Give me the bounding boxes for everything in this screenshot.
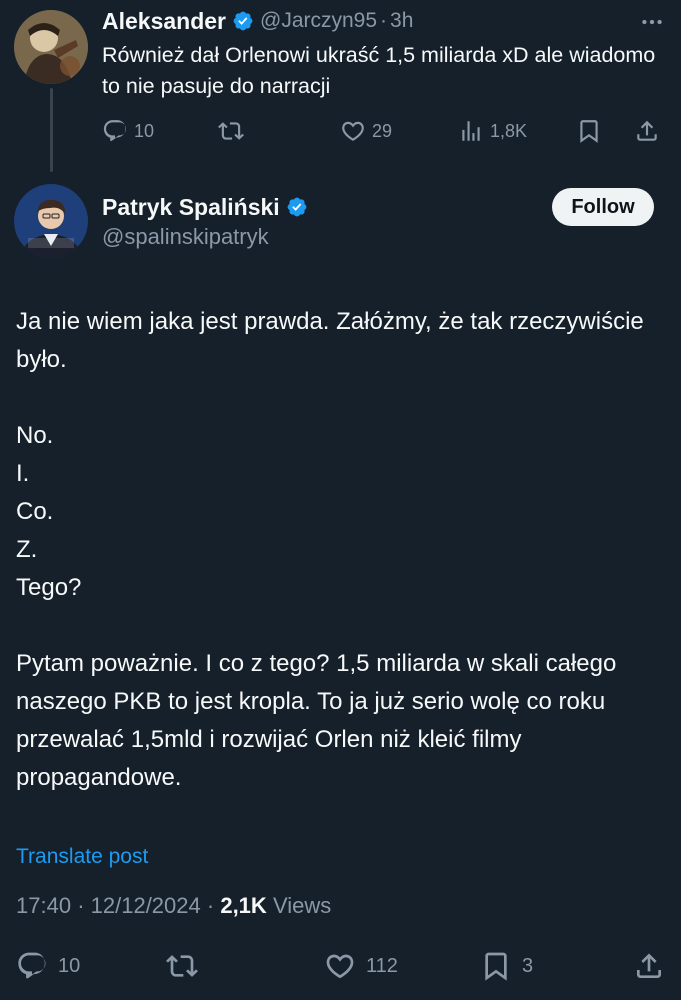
author-handle[interactable]: @spalinskipatryk	[102, 224, 269, 250]
thread-connector-line	[50, 88, 53, 172]
views-count: 1,8K	[490, 120, 528, 141]
retweet-button[interactable]	[166, 946, 208, 986]
translate-post-link[interactable]: Translate post	[16, 845, 148, 869]
views-count: 2,1K	[220, 893, 267, 918]
bookmark-icon	[480, 950, 512, 982]
like-count: 29	[372, 120, 393, 141]
tweet-line: Co.	[16, 498, 54, 525]
more-icon[interactable]	[636, 10, 668, 34]
bookmark-button[interactable]	[576, 114, 602, 148]
tweet-line: No.	[16, 422, 54, 449]
separator-dot: ·	[206, 893, 215, 918]
tweet-line: Z.	[16, 536, 38, 563]
post-time[interactable]: 3h	[390, 9, 413, 33]
reply-button[interactable]: 10	[102, 114, 154, 148]
parent-tweet-text: Również dał Orlenowi ukraść 1,5 miliarda…	[102, 43, 656, 98]
like-icon	[324, 950, 356, 982]
retweet-icon	[166, 950, 198, 982]
like-button[interactable]: 112	[324, 946, 398, 986]
reply-count: 10	[58, 954, 81, 977]
verified-badge-icon	[232, 10, 254, 32]
reply-count: 10	[134, 120, 155, 141]
separator-dot: ·	[77, 893, 85, 918]
main-action-bar: 10 112 3	[0, 946, 681, 986]
tweet-line: Tego?	[16, 574, 82, 601]
retweet-button[interactable]	[218, 114, 250, 148]
share-button[interactable]	[633, 946, 665, 986]
main-tweet-text: Ja nie wiem jaka jest prawda. Załóżmy, ż…	[16, 303, 671, 797]
avatar[interactable]	[14, 184, 88, 258]
post-time[interactable]: 17:40	[16, 893, 71, 918]
reply-icon	[16, 950, 48, 982]
post-date[interactable]: 12/12/2024	[91, 893, 201, 918]
share-icon	[634, 118, 660, 144]
tweet-line: I.	[16, 460, 30, 487]
like-icon	[340, 118, 366, 144]
views-icon	[458, 118, 484, 144]
like-button[interactable]: 29	[340, 114, 392, 148]
tweet-meta: 17:40 · 12/12/2024 · 2,1K Views	[16, 893, 331, 919]
tweet-paragraph: Ja nie wiem jaka jest prawda. Załóżmy, ż…	[16, 308, 644, 373]
bookmark-button[interactable]: 3	[480, 946, 533, 986]
verified-badge-icon	[286, 196, 308, 218]
share-button[interactable]	[634, 114, 660, 148]
parent-tweet-header: Aleksander @Jarczyn95 · 3h	[102, 6, 413, 36]
reply-icon	[102, 118, 128, 144]
tweet-thread-view: Aleksander @Jarczyn95 · 3h Również dał O…	[0, 0, 681, 1000]
separator-dot: ·	[380, 9, 388, 32]
author-handle[interactable]: @Jarczyn95	[260, 9, 377, 33]
like-count: 112	[366, 954, 398, 977]
author-name[interactable]: Aleksander	[102, 8, 226, 35]
share-icon	[633, 950, 665, 982]
bookmark-icon	[576, 118, 602, 144]
follow-button[interactable]: Follow	[552, 188, 654, 226]
tweet-paragraph: Pytam poważnie. I co z tego? 1,5 miliard…	[16, 650, 617, 791]
reply-button[interactable]: 10	[16, 946, 80, 986]
parent-action-bar: 10 29 1,8K	[102, 114, 672, 148]
views-button[interactable]: 1,8K	[458, 114, 527, 148]
author-name[interactable]: Patryk Spaliński	[102, 194, 280, 221]
main-tweet-author-row: Patryk Spaliński	[102, 190, 308, 224]
avatar[interactable]	[14, 10, 88, 84]
bookmark-count: 3	[522, 954, 534, 977]
parent-tweet[interactable]: Aleksander @Jarczyn95 · 3h Również dał O…	[0, 0, 681, 172]
retweet-icon	[218, 118, 244, 144]
views-label: Views	[272, 893, 332, 918]
